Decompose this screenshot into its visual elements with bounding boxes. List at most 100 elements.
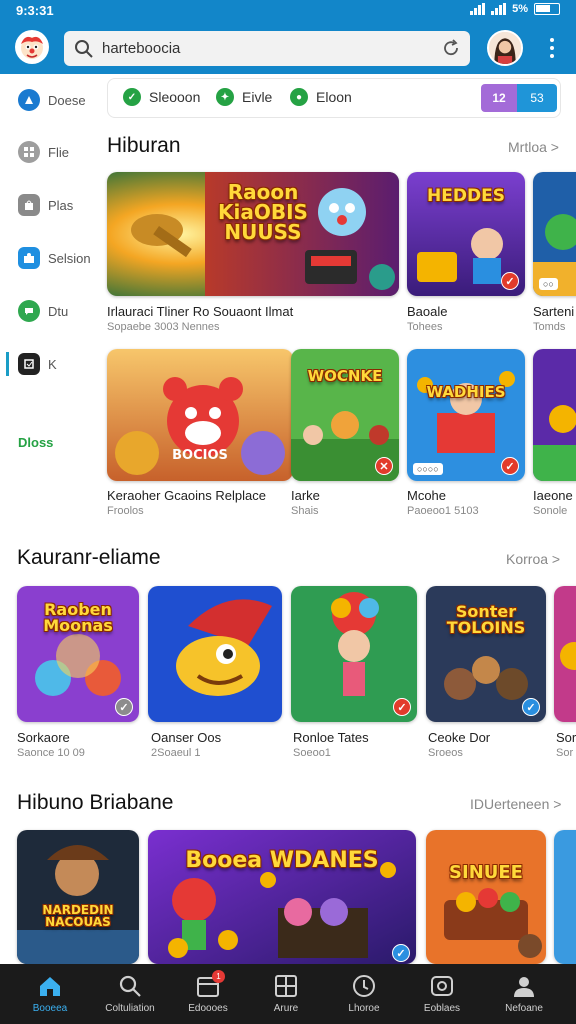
game-card[interactable]: WADHIES ○○○○ ✓ [407,349,525,481]
clown-logo-icon [21,36,43,59]
card-sublabel: Tomds [533,321,566,333]
card-label: Iarke [291,488,320,503]
nav-label: Lhoroe [348,1003,380,1014]
sidebar-item-plas[interactable]: Plas [0,185,104,225]
card-sublabel: Shais [291,505,319,517]
view-toggle-left[interactable]: 12 [481,84,517,112]
game-card[interactable] [148,586,282,722]
filter-chip-2[interactable]: ✦ Eivle [216,88,272,106]
card-label: Iaeone [533,488,573,503]
game-card-wide[interactable]: Booea WDANES ✓ [148,830,416,964]
nav-item-calendar[interactable]: 1 Edoooes [172,964,244,1024]
game-card[interactable]: Sonter TOLOINS ✓ [426,586,546,722]
game-card[interactable] [554,830,576,964]
sidebar-item-k[interactable]: K [0,344,104,384]
sidebar-item-doese[interactable]: Doese [0,80,104,120]
card-label: Baoale [407,304,448,319]
card-tag: ○○ [539,278,558,290]
nav-item-home[interactable]: Booeea [14,964,86,1024]
chat-icon [18,300,40,322]
grid-icon [275,975,297,997]
app-bar [0,22,576,74]
card-label: Ceoke Dor [428,730,491,745]
game-card-featured[interactable]: Raoon KiaOBIS NUUSS [107,172,399,296]
puzzle-icon [18,247,40,269]
card-title-art: Raoben Moonas [43,600,113,635]
close-badge-icon: ✕ [375,457,393,475]
view-toggle-right[interactable]: 53 [517,84,557,112]
check-badge-icon: ✓ [501,272,519,290]
nav-label: Booeea [32,1003,68,1014]
card-sublabel: Sopaebe 3003 Nennes [107,321,220,333]
game-card[interactable]: Raoben Moonas ✓ [17,586,139,722]
card-title-art: Booea WDANES [185,848,379,873]
card-sublabel: Sor [556,747,574,759]
card-title-art: Sonter TOLOINS [446,602,526,637]
nav-item-clock[interactable]: Lhoroe [328,964,400,1024]
game-art [426,830,546,964]
bottom-nav: Booeea Coltuliation 1 Edoooes Arure Lhor… [0,964,576,1024]
view-toggle[interactable]: 12 53 [481,84,557,112]
filter-chip-icon: ● [290,88,308,106]
card-sublabel: Saonce 10 09 [17,747,85,759]
notification-badge: 1 [212,970,225,983]
game-art [148,586,282,722]
sidebar-item-dtu[interactable]: Dtu [0,291,104,331]
filter-chip-3[interactable]: ● Eloon [290,88,352,106]
filter-chip-icon: ✦ [216,88,234,106]
sidebar-item-flie[interactable]: Flie [0,132,104,172]
app-root: 9:3:31 5% harteboocia Doese Flie Plas Se… [0,0,576,1024]
search-bar[interactable] [64,31,470,66]
game-card[interactable] [533,349,576,481]
section-more-link[interactable]: Mrtloa > [508,139,559,155]
nav-label: Nefoane [505,1003,543,1014]
nav-label: Edoooes [188,1003,228,1014]
game-card[interactable]: ✓ [291,586,417,722]
sidebar-item-label: K [48,356,57,372]
filter-chip-label: Eloon [316,89,352,105]
check-badge-icon: ✓ [392,944,410,962]
nav-item-profile[interactable]: Nefoane [488,964,560,1024]
profile-icon [514,977,534,997]
wifi-signal-icon [491,3,507,15]
sidebar-item-selsion[interactable]: Selsion [0,238,104,278]
refresh-icon[interactable] [442,39,460,57]
card-label: Sarteni [533,304,575,319]
card-sublabel: Sroeos [428,747,463,759]
game-card[interactable]: NARDEDIN NACOUAS [17,830,139,964]
sidebar-item-dloss[interactable]: Dloss [0,422,104,462]
game-card[interactable]: WOCNKE ✕ [291,349,399,481]
filter-chip-1[interactable]: ✓ Sleooon [123,88,200,106]
game-card[interactable]: HEDDES ✓ [407,172,525,296]
game-card[interactable]: SINUEE [426,830,546,964]
filter-chip-label: Eivle [242,89,273,105]
game-card[interactable] [554,586,576,722]
section-more-link[interactable]: IDUerteneen > [470,796,561,812]
nav-item-grid[interactable]: Arure [250,964,322,1024]
more-menu-icon[interactable] [544,36,560,60]
check-badge-icon: ✓ [501,457,519,475]
app-logo[interactable] [15,30,49,64]
sidebar-item-label: Dloss [18,434,54,450]
grid-icon [18,141,40,163]
section-more-link[interactable]: Korroa > [506,551,560,567]
nav-label: Arure [273,1003,299,1014]
card-sublabel: Tohees [407,321,443,333]
card-label: Sor [556,730,576,745]
avatar[interactable] [487,30,523,66]
nav-item-search[interactable]: Coltuliation [94,964,166,1024]
search-icon [119,975,141,997]
nav-item-camera[interactable]: Eoblaes [406,964,478,1024]
filter-row: ✓ Sleooon ✦ Eivle ● Eloon 12 53 [107,78,561,118]
filter-chip-label: Sleooon [149,89,201,105]
box-icon [18,353,40,375]
game-card-wide[interactable]: BOCIOS [107,349,293,481]
game-card[interactable]: ○○ [533,172,576,296]
card-title-art: WOCNKE [307,367,383,385]
card-sublabel: Sonole [533,505,568,517]
card-title-art: WADHIES [426,383,506,401]
search-input[interactable] [102,40,422,57]
compass-icon [18,89,40,111]
card-label: Mcohe [407,488,447,503]
calendar-icon: 1 [195,970,225,999]
